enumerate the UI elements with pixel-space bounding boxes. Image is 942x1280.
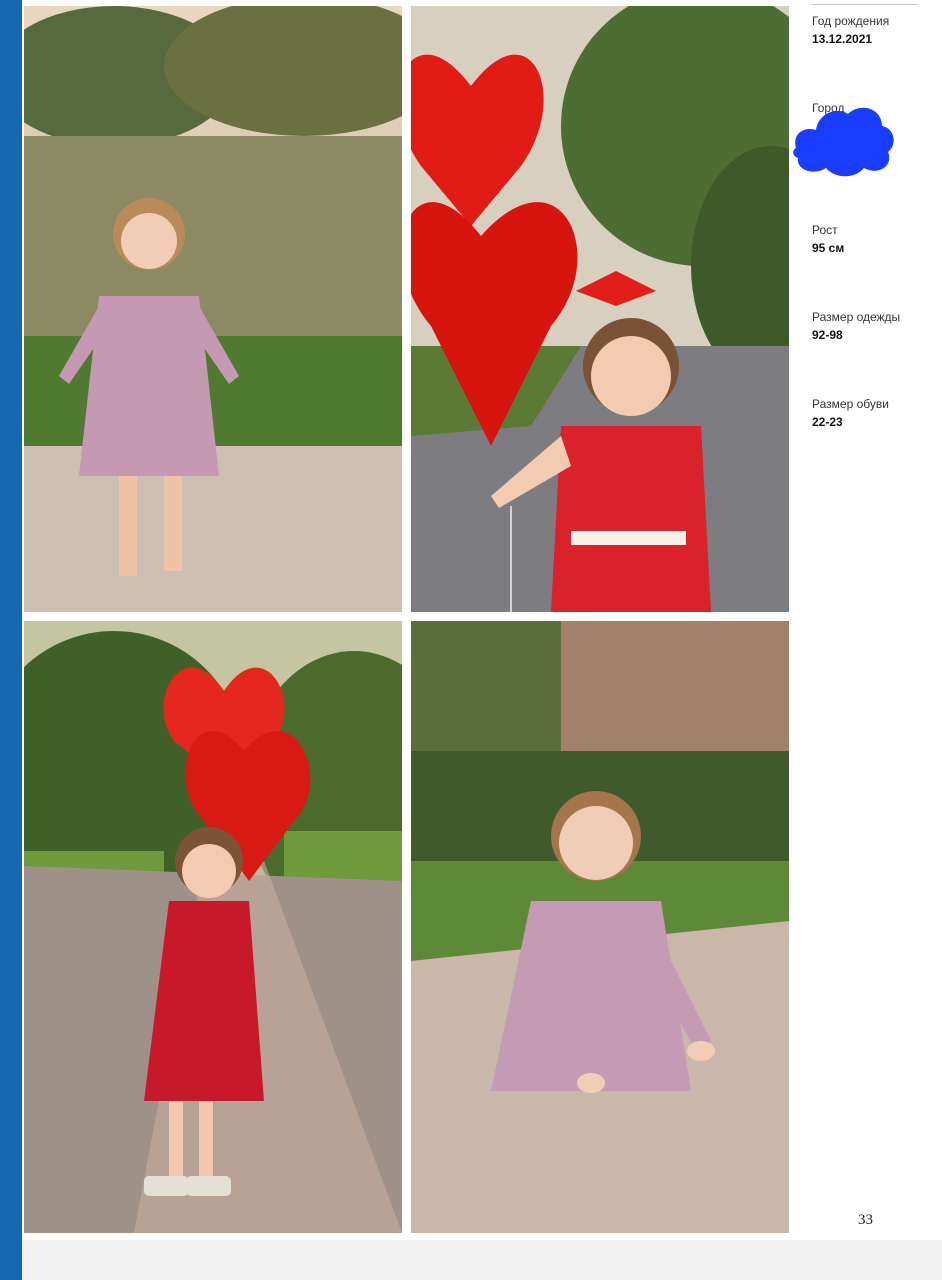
- photo-girl-lilac-dress-standing: [24, 6, 402, 612]
- shoe-size-value: 22-23: [812, 415, 843, 429]
- redaction-scribble: [793, 107, 894, 177]
- height-label: Рост: [812, 223, 838, 237]
- photo-girl-road-sunset-balloons: [24, 621, 402, 1233]
- height-value: 95 см: [812, 241, 845, 255]
- clothing-size-label: Размер одежды: [812, 310, 901, 324]
- photo-girl-red-dress-balloons: [411, 6, 789, 612]
- birth-value: 13.12.2021: [812, 32, 873, 46]
- field-clothing-size: Размер одежды 92-98: [812, 310, 932, 343]
- clothing-size-value: 92-98: [812, 328, 843, 342]
- page-number: 33: [858, 1212, 873, 1228]
- shoe-size-label: Размер обуви: [812, 397, 889, 411]
- photo-girl-crouching-sand: [411, 621, 789, 1233]
- bottom-margin: [22, 1240, 942, 1280]
- left-accent-bar: [0, 0, 22, 1280]
- field-height: Рост 95 см: [812, 223, 932, 256]
- sidebar-top-rule: [812, 4, 918, 5]
- birth-label: Год рождения: [812, 14, 890, 28]
- field-birth-year: Год рождения 13.12.2021: [812, 14, 932, 47]
- field-shoe-size: Размер обуви 22-23: [812, 397, 932, 430]
